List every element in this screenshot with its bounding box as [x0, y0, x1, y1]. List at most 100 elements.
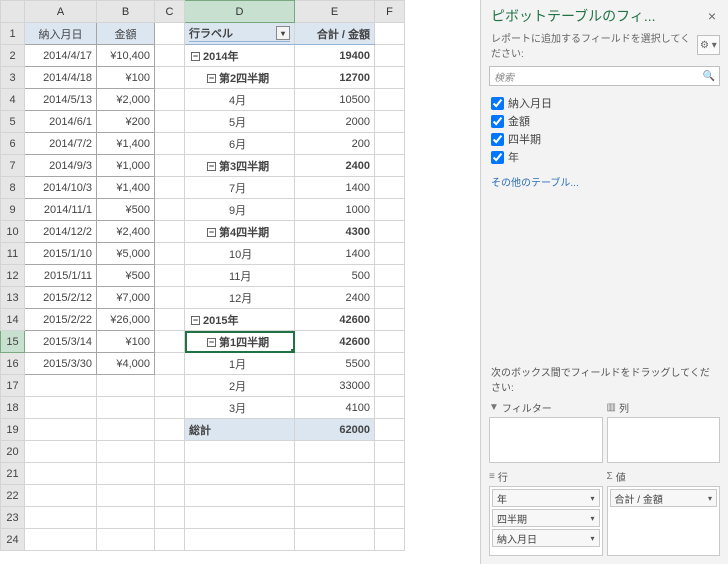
- pivot-cell[interactable]: 10月: [185, 243, 295, 265]
- cell[interactable]: [375, 133, 405, 155]
- cell[interactable]: ¥2,000: [97, 89, 155, 111]
- cell[interactable]: [155, 67, 185, 89]
- cell[interactable]: [25, 485, 97, 507]
- pivot-cell[interactable]: 4100: [295, 397, 375, 419]
- cell[interactable]: [375, 23, 405, 45]
- cell[interactable]: ¥5,000: [97, 243, 155, 265]
- rowlabel-dropdown-icon[interactable]: ▾: [276, 26, 290, 40]
- field-item[interactable]: 納入月日: [491, 94, 718, 112]
- pivot-cell[interactable]: 11月: [185, 265, 295, 287]
- row-header[interactable]: 11: [1, 243, 25, 265]
- cell[interactable]: [155, 155, 185, 177]
- cell[interactable]: [97, 397, 155, 419]
- row-header[interactable]: 2: [1, 45, 25, 67]
- field-item[interactable]: 四半期: [491, 130, 718, 148]
- cell[interactable]: 2014/9/3: [25, 155, 97, 177]
- cell[interactable]: [155, 243, 185, 265]
- pivot-cell[interactable]: 行ラベル▾: [185, 23, 295, 45]
- area-field-item[interactable]: 年▾: [492, 489, 600, 507]
- row-header[interactable]: 14: [1, 309, 25, 331]
- pivot-cell[interactable]: 19400: [295, 45, 375, 67]
- cell[interactable]: 2014/6/1: [25, 111, 97, 133]
- cell[interactable]: [155, 265, 185, 287]
- collapse-icon[interactable]: −: [207, 74, 216, 83]
- cell[interactable]: ¥7,000: [97, 287, 155, 309]
- cell[interactable]: [375, 155, 405, 177]
- pivot-cell[interactable]: 2月: [185, 375, 295, 397]
- cell[interactable]: [375, 485, 405, 507]
- col-header-D[interactable]: D: [185, 1, 295, 23]
- cell[interactable]: ¥2,400: [97, 221, 155, 243]
- pivot-cell[interactable]: 7月: [185, 177, 295, 199]
- pivot-cell[interactable]: 33000: [295, 375, 375, 397]
- cell[interactable]: [155, 375, 185, 397]
- row-header[interactable]: 19: [1, 419, 25, 441]
- cell[interactable]: [155, 463, 185, 485]
- chevron-down-icon[interactable]: ▾: [590, 514, 594, 523]
- cell[interactable]: [155, 309, 185, 331]
- row-header[interactable]: 22: [1, 485, 25, 507]
- row-header[interactable]: 15: [1, 331, 25, 353]
- cell[interactable]: [155, 529, 185, 551]
- cell[interactable]: [375, 397, 405, 419]
- cell[interactable]: [375, 45, 405, 67]
- row-header[interactable]: 13: [1, 287, 25, 309]
- row-header[interactable]: 8: [1, 177, 25, 199]
- cell[interactable]: 納入月日: [25, 23, 97, 45]
- cell[interactable]: 2014/5/13: [25, 89, 97, 111]
- row-header[interactable]: 6: [1, 133, 25, 155]
- field-checkbox[interactable]: [491, 115, 504, 128]
- cell[interactable]: [155, 89, 185, 111]
- cell[interactable]: ¥500: [97, 199, 155, 221]
- row-header[interactable]: 18: [1, 397, 25, 419]
- cell[interactable]: [155, 177, 185, 199]
- cell[interactable]: 2015/2/12: [25, 287, 97, 309]
- cell[interactable]: ¥100: [97, 331, 155, 353]
- cell[interactable]: [155, 199, 185, 221]
- field-checkbox[interactable]: [491, 151, 504, 164]
- collapse-icon[interactable]: −: [207, 228, 216, 237]
- col-header-A[interactable]: A: [25, 1, 97, 23]
- chevron-down-icon[interactable]: ▾: [708, 494, 712, 503]
- chevron-down-icon[interactable]: ▾: [590, 494, 594, 503]
- cell[interactable]: 2014/4/18: [25, 67, 97, 89]
- row-header[interactable]: 3: [1, 67, 25, 89]
- cell[interactable]: [375, 375, 405, 397]
- collapse-icon[interactable]: −: [191, 52, 200, 61]
- cell[interactable]: 2014/11/1: [25, 199, 97, 221]
- cell[interactable]: [97, 463, 155, 485]
- cell[interactable]: [375, 309, 405, 331]
- cell[interactable]: 2015/3/14: [25, 331, 97, 353]
- cell[interactable]: ¥1,000: [97, 155, 155, 177]
- cell[interactable]: [375, 441, 405, 463]
- cell[interactable]: [155, 441, 185, 463]
- row-header[interactable]: 20: [1, 441, 25, 463]
- cell[interactable]: 2014/7/2: [25, 133, 97, 155]
- row-header[interactable]: 10: [1, 221, 25, 243]
- row-header[interactable]: 4: [1, 89, 25, 111]
- row-header[interactable]: 24: [1, 529, 25, 551]
- grid[interactable]: ABCDEF1納入月日金額行ラベル▾合計 / 金額22014/4/17¥10,4…: [0, 0, 405, 551]
- cell[interactable]: 2014/12/2: [25, 221, 97, 243]
- row-header[interactable]: 5: [1, 111, 25, 133]
- cell[interactable]: [155, 485, 185, 507]
- cell[interactable]: [97, 419, 155, 441]
- pivot-cell[interactable]: 6月: [185, 133, 295, 155]
- chevron-down-icon[interactable]: ▾: [590, 534, 594, 543]
- cell[interactable]: [155, 397, 185, 419]
- pivot-cell[interactable]: [295, 507, 375, 529]
- row-header[interactable]: 17: [1, 375, 25, 397]
- cell[interactable]: [155, 133, 185, 155]
- cell[interactable]: [155, 45, 185, 67]
- row-header[interactable]: 21: [1, 463, 25, 485]
- pivot-cell[interactable]: 4月: [185, 89, 295, 111]
- col-header-E[interactable]: E: [295, 1, 375, 23]
- col-header-B[interactable]: B: [97, 1, 155, 23]
- pivot-cell[interactable]: 1000: [295, 199, 375, 221]
- cell[interactable]: [375, 111, 405, 133]
- cell[interactable]: ¥500: [97, 265, 155, 287]
- cell[interactable]: ¥200: [97, 111, 155, 133]
- pivot-cell[interactable]: 1400: [295, 243, 375, 265]
- cell[interactable]: [375, 287, 405, 309]
- cell[interactable]: [375, 529, 405, 551]
